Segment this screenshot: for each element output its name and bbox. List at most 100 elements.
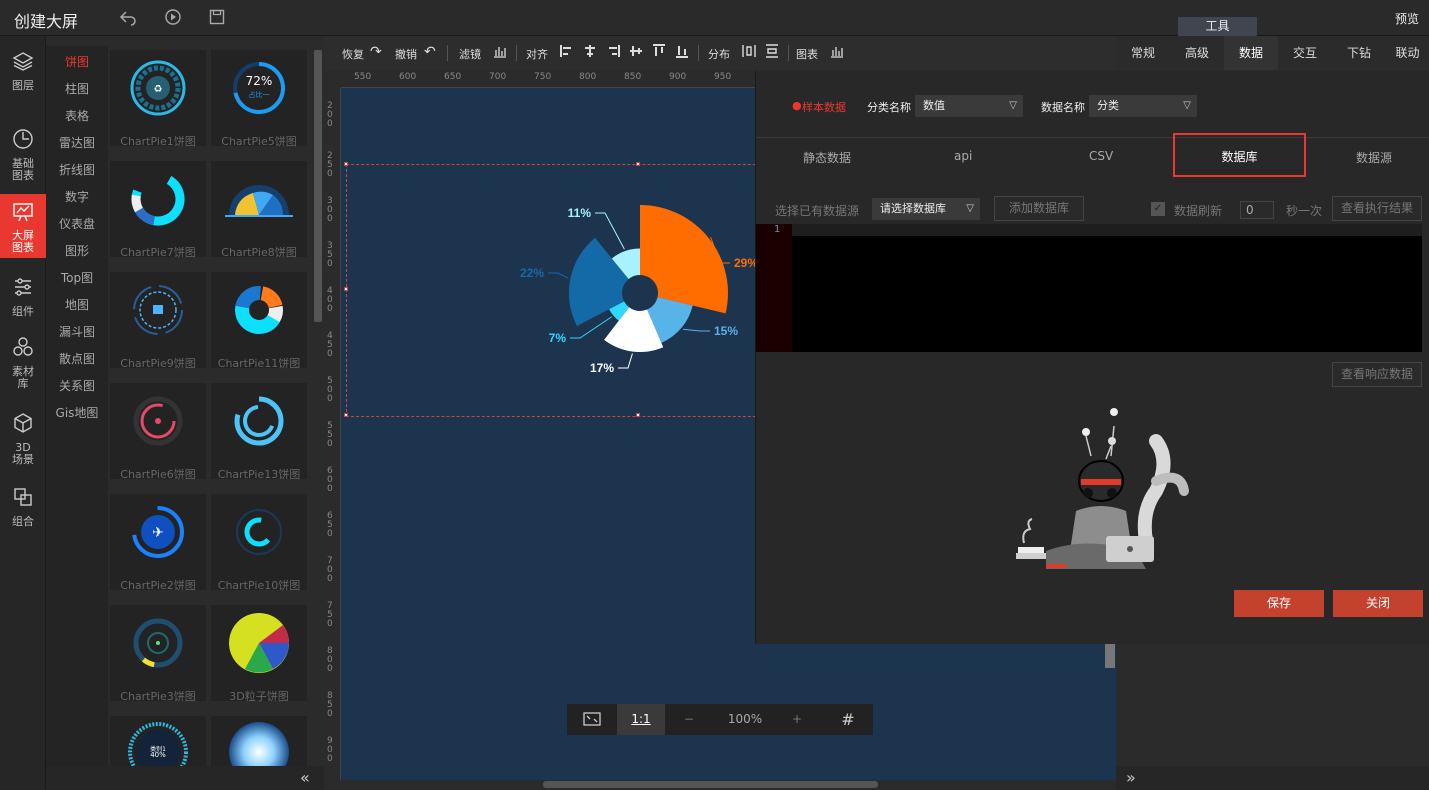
distribute-button[interactable]: 分布 [708, 46, 730, 62]
chart-thumb-pie11[interactable] [211, 272, 307, 368]
chart-thumb-glow[interactable] [211, 716, 307, 766]
rail-item-basic-chart[interactable]: 基础图表 [0, 128, 46, 182]
refresh-checkbox[interactable]: ✓ [1151, 202, 1165, 216]
selection-box[interactable] [344, 162, 766, 417]
undo-button[interactable]: 撤销 [395, 46, 417, 62]
filter-chart-icon[interactable] [493, 44, 507, 62]
filter-button[interactable]: 滤镜 [459, 46, 481, 62]
rail-label: 组合 [12, 515, 34, 528]
collapse-left-icon[interactable]: « [300, 768, 310, 787]
tab-csv[interactable]: CSV [1089, 149, 1113, 163]
align-center-icon[interactable] [583, 44, 597, 62]
play-icon[interactable] [163, 8, 183, 28]
cube-icon [10, 412, 36, 440]
sql-editor[interactable]: 1 [756, 224, 1422, 352]
fit-screen-icon[interactable] [567, 704, 617, 735]
distribute-h-icon[interactable] [742, 44, 756, 62]
category-item[interactable]: 折线图 [46, 157, 108, 184]
tab-data[interactable]: 数据 [1224, 36, 1278, 70]
category-item[interactable]: 雷达图 [46, 130, 108, 157]
chart-thumb-pie1[interactable]: ♻ [110, 50, 206, 146]
view-response-button[interactable]: 查看响应数据 [1332, 362, 1422, 387]
category-item[interactable]: Gis地图 [46, 400, 108, 427]
resize-handle[interactable] [636, 162, 640, 166]
chart-button[interactable]: 图表 [796, 46, 818, 62]
chart-thumb-pie5[interactable]: 72% 占比一 [211, 50, 307, 146]
category-item[interactable]: 散点图 [46, 346, 108, 373]
rail-item-3d-scene[interactable]: 3D场景 [0, 412, 46, 466]
category-name-select[interactable]: 数值 ▽ [915, 95, 1023, 117]
resize-handle[interactable] [344, 413, 348, 417]
category-item[interactable]: 仪表盘 [46, 211, 108, 238]
tab-static-data[interactable]: 静态数据 [803, 149, 851, 166]
chart-icon[interactable] [830, 44, 844, 62]
tab-interaction[interactable]: 交互 [1278, 36, 1332, 70]
align-right-icon[interactable] [606, 44, 620, 62]
tab-general[interactable]: 常规 [1116, 36, 1170, 70]
align-button[interactable]: 对齐 [526, 46, 548, 62]
save-button[interactable]: 保存 [1234, 590, 1324, 617]
chart-thumb-pie13[interactable] [211, 383, 307, 479]
tool-tab[interactable]: 工具 [1178, 17, 1257, 36]
tab-database-label: 数据库 [1221, 150, 1258, 164]
canvas-vertical-scrollbar[interactable] [1105, 640, 1115, 668]
tab-advanced[interactable]: 高级 [1170, 36, 1224, 70]
category-item[interactable]: 饼图 [46, 49, 108, 76]
rail-item-screen-chart[interactable]: 大屏图表 [0, 194, 46, 258]
category-item[interactable]: 地图 [46, 292, 108, 319]
actual-size-button[interactable]: 1:1 [617, 704, 665, 735]
align-vcenter-icon[interactable] [629, 44, 643, 62]
redo-icon[interactable]: ↷ [370, 44, 382, 60]
tab-linkage[interactable]: 联动 [1386, 36, 1429, 70]
grid-icon[interactable]: # [823, 704, 873, 735]
category-item[interactable]: 柱图 [46, 76, 108, 103]
tab-api[interactable]: api [954, 149, 972, 163]
add-database-button[interactable]: 添加数据库 [994, 196, 1084, 221]
align-left-icon[interactable] [560, 44, 574, 62]
rail-item-components[interactable]: 组件 [0, 276, 46, 318]
chart-thumb-pie9[interactable] [110, 272, 206, 368]
refresh-label: 数据刷新 [1174, 204, 1223, 218]
database-select[interactable]: 请选择数据库 ▽ [872, 198, 980, 220]
resize-handle[interactable] [344, 162, 348, 166]
zoom-in-button[interactable]: + [779, 704, 815, 735]
category-item[interactable]: 表格 [46, 103, 108, 130]
align-bottom-icon[interactable] [675, 44, 689, 62]
rail-item-layers[interactable]: 图层 [0, 50, 46, 92]
undo-icon[interactable]: ↶ [424, 44, 436, 60]
save-icon[interactable] [207, 8, 227, 28]
collapse-right-icon[interactable]: » [1126, 768, 1136, 787]
close-button[interactable]: 关闭 [1333, 590, 1423, 617]
data-name-select[interactable]: 分类 ▽ [1089, 95, 1197, 117]
chart-thumb-ring[interactable]: 类别1 40% [110, 716, 206, 766]
resize-handle[interactable] [344, 287, 348, 291]
chart-thumb-pie3[interactable] [110, 605, 206, 701]
chart-thumb-pie2[interactable]: ✈ [110, 494, 206, 590]
align-top-icon[interactable] [652, 44, 666, 62]
category-item[interactable]: Top图 [46, 265, 108, 292]
tab-database[interactable]: 数据库 [1173, 133, 1306, 177]
category-item[interactable]: 漏斗图 [46, 319, 108, 346]
redo-button[interactable]: 恢复 [342, 46, 364, 62]
rail-item-group[interactable]: 组合 [0, 486, 46, 528]
gallery-scrollbar[interactable] [314, 50, 322, 322]
tab-datasource[interactable]: 数据源 [1356, 149, 1392, 166]
chart-thumb-pie8[interactable] [211, 161, 307, 257]
category-item[interactable]: 图形 [46, 238, 108, 265]
distribute-v-icon[interactable] [765, 44, 779, 62]
chart-thumb-pie6[interactable] [110, 383, 206, 479]
category-item[interactable]: 数字 [46, 184, 108, 211]
chart-thumb-pie10[interactable] [211, 494, 307, 590]
back-icon[interactable] [118, 8, 138, 28]
view-exec-result-button[interactable]: 查看执行结果 [1332, 196, 1422, 221]
preview-button[interactable]: 预览 [1395, 10, 1419, 27]
chart-thumb-pie7[interactable] [110, 161, 206, 257]
refresh-interval-input[interactable]: 0 [1240, 201, 1274, 219]
chart-thumb-3d-particle[interactable] [211, 605, 307, 701]
resize-handle[interactable] [636, 413, 640, 417]
category-item[interactable]: 关系图 [46, 373, 108, 400]
canvas-horizontal-scrollbar[interactable] [543, 781, 878, 788]
rail-item-materials[interactable]: 素材库 [0, 336, 46, 390]
zoom-out-button[interactable]: − [671, 704, 707, 735]
tab-drilldown[interactable]: 下钻 [1332, 36, 1386, 70]
